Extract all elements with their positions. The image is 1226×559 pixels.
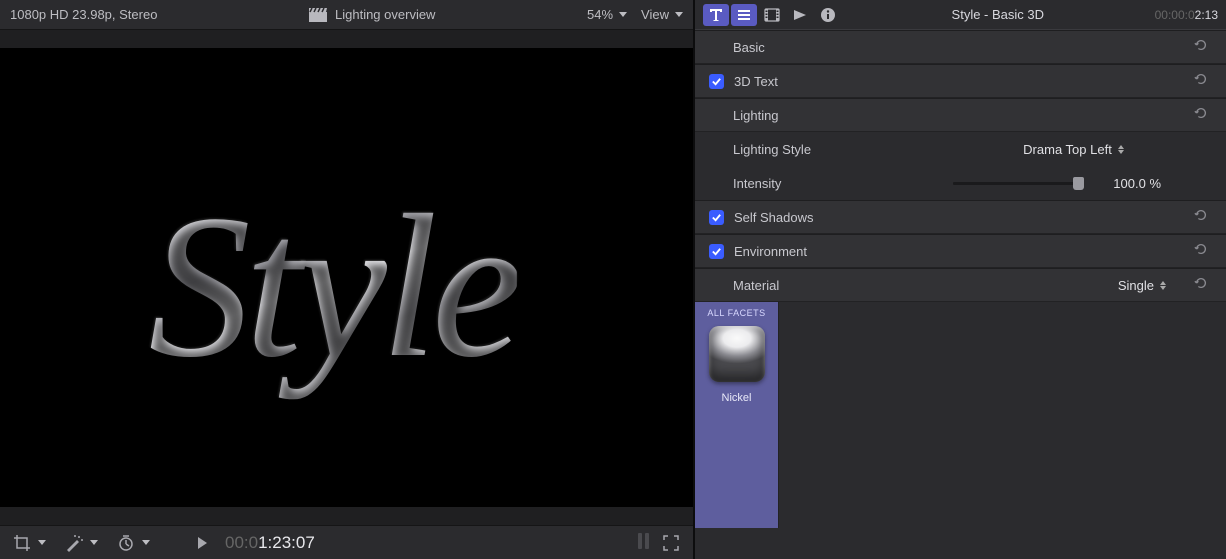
reset-icon[interactable] xyxy=(1194,72,1212,90)
canvas-content: Style xyxy=(0,48,693,507)
tab-video[interactable] xyxy=(759,4,785,26)
section-lighting[interactable]: Lighting xyxy=(695,98,1226,132)
timecode-highlight: 1:23:07 xyxy=(258,533,315,552)
chevron-down-icon[interactable] xyxy=(38,540,46,545)
lighting-label: Lighting xyxy=(733,108,953,123)
tc-hl: 2:13 xyxy=(1195,8,1218,22)
chevron-down-icon[interactable] xyxy=(142,540,150,545)
inspector-title: Style - Basic 3D xyxy=(845,7,1151,22)
enhance-tool-icon[interactable] xyxy=(64,533,84,553)
material-name: Nickel xyxy=(722,392,752,404)
retime-tool-icon[interactable] xyxy=(116,533,136,553)
row-intensity: Intensity 100.0 % xyxy=(695,166,1226,200)
tab-info[interactable] xyxy=(815,4,841,26)
tab-text-style[interactable] xyxy=(731,4,757,26)
inspector-tabs xyxy=(703,4,841,26)
checkbox-3d-text[interactable] xyxy=(709,74,724,89)
viewer-top-bar: 1080p HD 23.98p, Stereo Lighting overvie… xyxy=(0,0,693,30)
view-popup[interactable]: View xyxy=(641,7,683,22)
preview-3d-text: Style xyxy=(148,169,516,405)
material-mode-popup[interactable]: Single xyxy=(1110,275,1174,296)
tc-dim: 00:00:0 xyxy=(1155,8,1195,22)
format-label: 1080p HD 23.98p, Stereo xyxy=(10,7,157,22)
viewer-bottom-bar: 00:01:23:07 xyxy=(0,525,693,559)
lighting-style-label: Lighting Style xyxy=(733,142,953,157)
intensity-slider[interactable] xyxy=(953,182,1083,185)
reset-icon[interactable] xyxy=(1194,106,1212,124)
timecode-display[interactable]: 00:01:23:07 xyxy=(225,533,315,553)
timecode-dim: 00:0 xyxy=(225,533,258,552)
fullscreen-icon[interactable] xyxy=(661,533,681,553)
section-self-shadows[interactable]: Self Shadows xyxy=(695,200,1226,234)
zoom-popup[interactable]: 54% xyxy=(587,7,627,22)
checkbox-environment[interactable] xyxy=(709,244,724,259)
tab-generator[interactable] xyxy=(787,4,813,26)
viewer-pane: 1080p HD 23.98p, Stereo Lighting overvie… xyxy=(0,0,695,559)
lighting-style-popup[interactable]: Drama Top Left xyxy=(1015,139,1132,160)
viewer-canvas[interactable]: Style xyxy=(0,48,693,507)
inspector-top-bar: Style - Basic 3D 00:00:02:13 xyxy=(695,0,1226,30)
chevron-down-icon xyxy=(619,12,627,17)
section-material[interactable]: Material Single xyxy=(695,268,1226,302)
material-well[interactable]: ALL FACETS Nickel xyxy=(695,302,779,528)
row-lighting-style: Lighting Style Drama Top Left xyxy=(695,132,1226,166)
checkbox-self-shadows[interactable] xyxy=(709,210,724,225)
reset-icon[interactable] xyxy=(1194,38,1212,56)
material-mode-value: Single xyxy=(1118,278,1154,293)
lighting-style-value: Drama Top Left xyxy=(1023,142,1112,157)
chevron-down-icon[interactable] xyxy=(90,540,98,545)
view-label: View xyxy=(641,7,669,22)
stepper-icon xyxy=(1118,145,1124,154)
reset-icon[interactable] xyxy=(1194,242,1212,260)
stepper-icon xyxy=(1160,281,1166,290)
audio-meter-icon[interactable] xyxy=(638,533,649,553)
section-3d-text[interactable]: 3D Text xyxy=(695,64,1226,98)
intensity-value[interactable]: 100.0 % xyxy=(1091,176,1161,191)
material-label: Material xyxy=(733,278,953,293)
clip-name: Lighting overview xyxy=(335,7,435,22)
basic-label: Basic xyxy=(733,40,953,55)
clapper-icon xyxy=(309,8,327,22)
section-environment[interactable]: Environment xyxy=(695,234,1226,268)
3d-text-label: 3D Text xyxy=(734,74,954,89)
material-well-area: ALL FACETS Nickel xyxy=(695,302,1226,528)
material-swatch[interactable] xyxy=(709,326,765,382)
intensity-label: Intensity xyxy=(733,176,953,191)
reset-icon[interactable] xyxy=(1194,276,1212,294)
facets-header: ALL FACETS xyxy=(707,308,765,318)
chevron-down-icon xyxy=(675,12,683,17)
crop-tool-icon[interactable] xyxy=(12,533,32,553)
self-shadows-label: Self Shadows xyxy=(734,210,954,225)
inspector-timecode: 00:00:02:13 xyxy=(1155,8,1218,22)
section-basic[interactable]: Basic xyxy=(695,30,1226,64)
zoom-value: 54% xyxy=(587,7,613,22)
environment-label: Environment xyxy=(734,244,954,259)
reset-icon[interactable] xyxy=(1194,208,1212,226)
inspector-pane: Style - Basic 3D 00:00:02:13 Basic 3D Te… xyxy=(695,0,1226,559)
clip-title-group[interactable]: Lighting overview xyxy=(309,7,435,22)
tab-text[interactable] xyxy=(703,4,729,26)
play-button[interactable] xyxy=(198,537,207,549)
